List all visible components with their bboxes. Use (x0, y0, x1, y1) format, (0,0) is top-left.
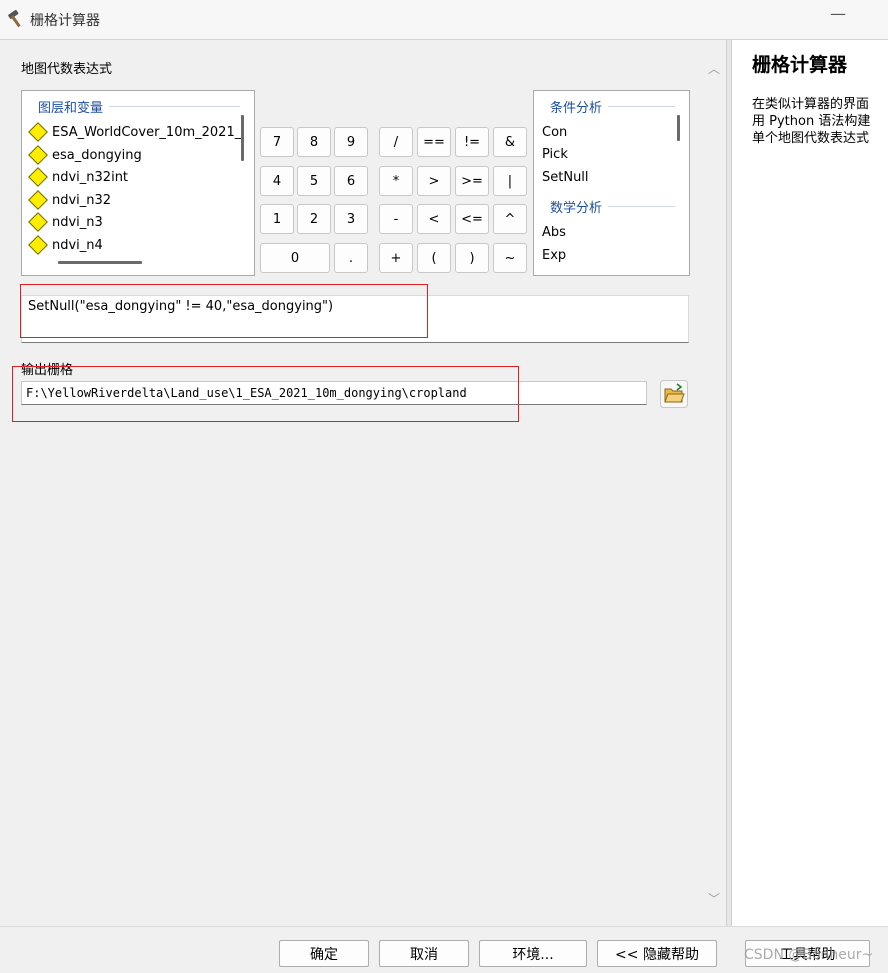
function-item-exp[interactable]: Exp (542, 245, 566, 267)
key-0[interactable]: 0 (260, 243, 330, 273)
layer-item[interactable]: ndvi_n4 (28, 234, 103, 256)
highlight-box (12, 366, 519, 422)
raster-layer-icon (28, 235, 48, 255)
layers-vscrollbar[interactable] (241, 115, 244, 161)
raster-layer-icon (28, 190, 48, 210)
key-less-equal[interactable]: <= (455, 204, 489, 234)
open-folder-icon[interactable] (660, 380, 688, 408)
functions-group-header: 数学分析 (550, 196, 689, 216)
scroll-down-icon[interactable]: ﹀ (706, 890, 722, 906)
key-close-paren[interactable]: ) (455, 243, 489, 273)
key-open-paren[interactable]: ( (417, 243, 451, 273)
help-line: 在类似计算器的界面 (752, 97, 870, 112)
highlight-box (20, 284, 428, 338)
key-xor[interactable]: ^ (493, 204, 527, 234)
window-title: 栅格计算器 (30, 13, 100, 29)
key-6[interactable]: 6 (334, 166, 368, 196)
key-not[interactable]: ~ (493, 243, 527, 273)
raster-layer-icon (28, 167, 48, 187)
key-or[interactable]: | (493, 166, 527, 196)
function-item-con[interactable]: Con (542, 122, 567, 144)
key-less[interactable]: < (417, 204, 451, 234)
layer-item[interactable]: ndvi_n32int (28, 166, 128, 188)
key-decimal[interactable]: . (334, 243, 368, 273)
title-bar (0, 0, 888, 40)
key-9[interactable]: 9 (334, 127, 368, 157)
layers-group-header: 图层和变量 (38, 96, 254, 116)
layer-item[interactable]: ndvi_n3 (28, 211, 103, 233)
scroll-up-icon[interactable]: ︿ (706, 60, 722, 76)
function-item-abs[interactable]: Abs (542, 222, 566, 244)
key-plus[interactable]: + (379, 243, 413, 273)
key-7[interactable]: 7 (260, 127, 294, 157)
cancel-button[interactable]: 取消 (379, 940, 469, 967)
key-multiply[interactable]: * (379, 166, 413, 196)
ok-button[interactable]: 确定 (279, 940, 369, 967)
function-item-pick[interactable]: Pick (542, 144, 568, 166)
layers-list[interactable]: 图层和变量 ESA_WorldCover_10m_2021_ esa_dongy… (21, 90, 255, 276)
key-minus[interactable]: - (379, 204, 413, 234)
key-divide[interactable]: / (379, 127, 413, 157)
key-greater-equal[interactable]: >= (455, 166, 489, 196)
functions-list[interactable]: 条件分析 Con Pick SetNull 数学分析 Abs Exp (533, 90, 690, 276)
raster-layer-icon (28, 212, 48, 232)
functions-vscrollbar[interactable] (677, 115, 680, 141)
functions-group-header: 条件分析 (550, 96, 689, 116)
key-2[interactable]: 2 (297, 204, 331, 234)
raster-layer-icon (28, 122, 48, 142)
layer-item[interactable]: esa_dongying (28, 144, 142, 166)
key-equal[interactable]: == (417, 127, 451, 157)
help-title: 栅格计算器 (752, 54, 848, 76)
help-panel (732, 40, 888, 926)
watermark: CSDN @Bonheur~ (744, 947, 874, 963)
environments-button[interactable]: 环境... (479, 940, 587, 967)
function-item-setnull[interactable]: SetNull (542, 167, 589, 189)
help-line: 单个地图代数表达式 (752, 131, 870, 146)
raster-layer-icon (28, 145, 48, 165)
layers-hscrollbar[interactable] (58, 261, 142, 264)
layer-item[interactable]: ESA_WorldCover_10m_2021_ (28, 121, 241, 143)
hide-help-button[interactable]: << 隐藏帮助 (597, 940, 717, 967)
layer-item[interactable]: ndvi_n32 (28, 189, 111, 211)
key-4[interactable]: 4 (260, 166, 294, 196)
key-3[interactable]: 3 (334, 204, 368, 234)
help-line: 用 Python 语法构建 (752, 114, 871, 129)
key-not-equal[interactable]: != (455, 127, 489, 157)
expression-label: 地图代数表达式 (21, 62, 113, 77)
key-8[interactable]: 8 (297, 127, 331, 157)
key-5[interactable]: 5 (297, 166, 331, 196)
hammer-icon (8, 9, 21, 28)
minimize-button[interactable]: — (820, 4, 856, 34)
key-1[interactable]: 1 (260, 204, 294, 234)
key-greater[interactable]: > (417, 166, 451, 196)
key-and[interactable]: & (493, 127, 527, 157)
help-text: 在类似计算器的界面 用 Python 语法构建 单个地图代数表达式 (752, 96, 888, 147)
